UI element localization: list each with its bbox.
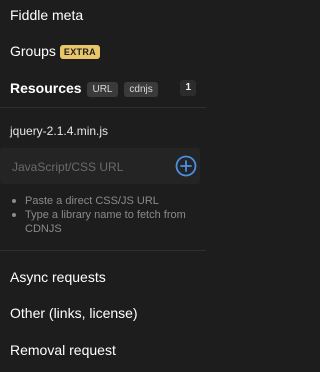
divider [0,107,206,108]
tag-url: URL [87,82,118,97]
resource-input-container [0,148,200,184]
resources-count-badge: 1 [180,80,196,96]
hint-item: Type a library name to fetch from CDNJS [10,208,200,236]
resource-item[interactable]: jquery-2.1.4.min.js [10,124,108,138]
section-fiddle-meta[interactable]: Fiddle meta [10,6,83,24]
tag-cdnjs: cdnjs [124,82,158,97]
section-resources[interactable]: Resources URL cdnjs [10,79,158,97]
hint-item: Paste a direct CSS/JS URL [10,194,200,208]
divider [0,250,206,251]
section-groups[interactable]: Groups EXTRA [10,42,100,60]
resource-hints: Paste a direct CSS/JS URL Type a library… [10,194,200,236]
section-other[interactable]: Other (links, license) [10,304,138,322]
plus-circle-icon[interactable] [175,155,197,177]
extra-badge: EXTRA [59,45,100,59]
resources-label: Resources [10,80,82,96]
groups-label: Groups [10,43,56,59]
resource-url-input[interactable] [10,157,174,177]
section-async-requests[interactable]: Async requests [10,268,106,286]
section-removal-request[interactable]: Removal request [10,341,116,359]
